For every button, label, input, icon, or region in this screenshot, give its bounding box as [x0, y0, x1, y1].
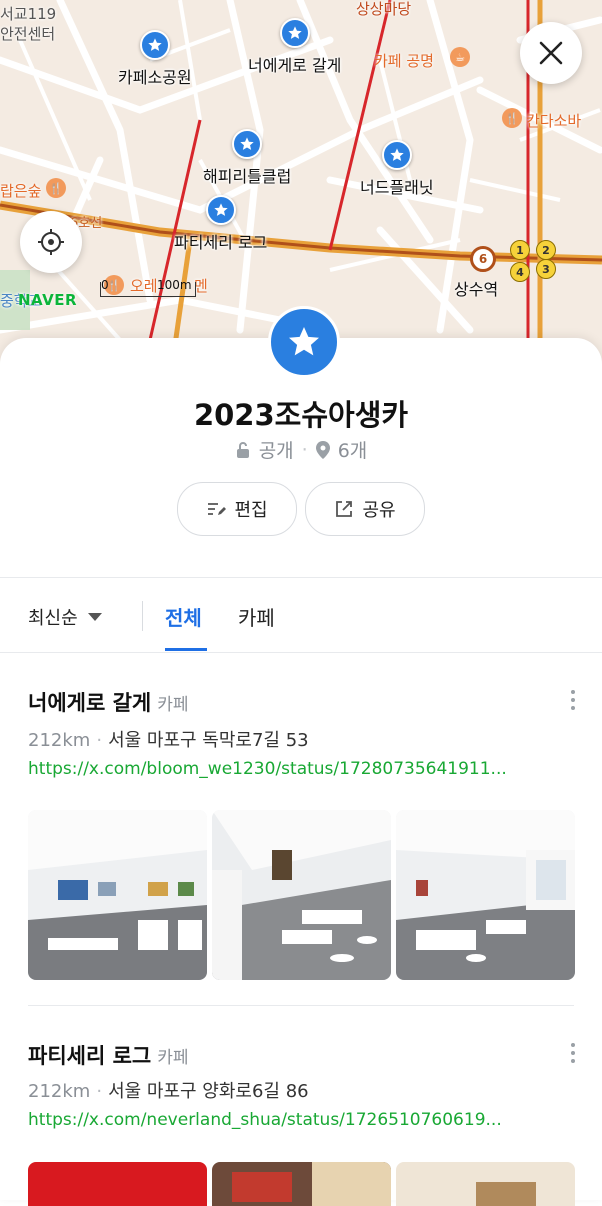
location-pin-icon: [315, 440, 330, 459]
map-pin-happy-little-club[interactable]: 해피리틀클럽: [203, 129, 291, 187]
place-photo[interactable]: [396, 1162, 575, 1206]
map-pin-label: 해피리틀클럽: [203, 167, 292, 186]
meta-separator: ·: [301, 438, 308, 461]
map-label-left-cafe: 랍은숲: [0, 182, 42, 200]
close-button[interactable]: [520, 22, 582, 84]
place-name-row: 파티세리 로그 카페: [28, 1040, 189, 1070]
place-distance: 212km: [28, 730, 91, 751]
tab-all[interactable]: 전체: [165, 602, 202, 631]
active-tab-indicator: [165, 648, 207, 651]
share-icon: [336, 501, 353, 517]
place-count: 6개: [337, 440, 368, 462]
station-line-badge: 4: [510, 262, 530, 282]
naver-logo: NAVER: [18, 291, 78, 309]
map-label-sangsang-madang: 상상마당: [356, 0, 412, 18]
star-pin-icon: [232, 129, 263, 159]
map-pin-label: 파티세리 로그: [174, 233, 268, 252]
map-label-fire-station-2: 안전센터: [0, 25, 56, 43]
map-pin-nerd-planet[interactable]: 너드플래닛: [360, 140, 434, 198]
sort-dropdown[interactable]: 최신순: [28, 604, 102, 630]
map-pin-label: 너에게로 갈게: [248, 56, 342, 75]
divider: [142, 601, 143, 631]
place-name: 너에게로 갈게: [28, 691, 152, 715]
share-label: 공유: [362, 500, 396, 521]
place-photo[interactable]: [212, 810, 391, 980]
scale-distance: 100m: [157, 278, 192, 292]
current-location-button[interactable]: [20, 211, 82, 273]
map-label-kandasoba: 칸다소바: [526, 112, 582, 130]
star-pin-icon: [139, 30, 170, 60]
list-title: 2023조슈아생카: [193, 398, 409, 432]
station-line-badge: 1: [510, 240, 530, 260]
place-photo[interactable]: [28, 810, 207, 980]
place-category: 카페: [157, 1048, 189, 1068]
place-address-row: 212km · 서울 마포구 양화로6길 86: [28, 1081, 309, 1102]
caret-down-icon: [87, 613, 102, 621]
place-address: 서울 마포구 독막로7길 53: [108, 730, 309, 751]
star-pin-icon: [381, 140, 412, 170]
place-address-row: 212km · 서울 마포구 독막로7길 53: [28, 730, 309, 751]
divider: [0, 652, 602, 653]
edit-icon: [208, 503, 227, 515]
list-meta: 공개 · 6개: [0, 436, 602, 463]
map-label-fire-station: 서교119: [0, 5, 57, 23]
place-name-row: 너에게로 갈게 카페: [28, 687, 189, 717]
edit-button[interactable]: 편집: [177, 482, 297, 536]
filter-bar: 최신순 전체 카페: [0, 578, 602, 652]
map-pin-label: 너드플래닛: [360, 178, 434, 197]
cafe-icon: ☕: [450, 47, 470, 67]
station-line-badge: 3: [536, 259, 556, 279]
map-pin-patisserie-log[interactable]: 파티세리 로그: [174, 195, 267, 253]
line6-badge: 6: [470, 246, 496, 272]
map-pin-neoege[interactable]: 너에게로 갈게: [248, 18, 341, 76]
place-category: 카페: [157, 695, 189, 715]
star-pin-icon: [205, 195, 236, 225]
place-link[interactable]: https://x.com/bloom_we1230/status/172807…: [28, 759, 570, 779]
list-star-icon: [268, 306, 340, 378]
restaurant-icon: 🍴: [502, 108, 522, 128]
divider: [28, 1005, 574, 1006]
map-scale-bar: 0 100m: [100, 278, 196, 297]
tab-cafe[interactable]: 카페: [238, 602, 275, 631]
map-pin-cafe-park[interactable]: 카페소공원: [118, 30, 192, 88]
more-options-button[interactable]: [566, 690, 580, 710]
place-link[interactable]: https://x.com/neverland_shua/status/1726…: [28, 1110, 570, 1130]
place-address: 서울 마포구 양화로6길 86: [108, 1081, 309, 1102]
visibility-label: 공개: [258, 440, 294, 462]
place-distance: 212km: [28, 1081, 91, 1102]
crosshair-icon: [38, 229, 64, 255]
unlock-icon: [236, 441, 249, 458]
restaurant-icon: 🍴: [46, 178, 66, 198]
place-photo[interactable]: [396, 810, 575, 980]
place-name: 파티세리 로그: [28, 1044, 152, 1068]
star-pin-icon: [279, 18, 310, 48]
more-options-button[interactable]: [566, 1043, 580, 1063]
station-line-badge: 2: [536, 240, 556, 260]
sort-label: 최신순: [28, 608, 78, 629]
place-photo[interactable]: [28, 1162, 207, 1206]
close-icon: [539, 41, 563, 65]
scale-start: 0: [101, 278, 109, 292]
map-pin-label: 카페소공원: [118, 68, 192, 87]
edit-label: 편집: [234, 500, 268, 521]
map-label-men: 멘: [194, 277, 208, 295]
share-button[interactable]: 공유: [305, 482, 425, 536]
map-label-cafe-gongmyeong: 카페 공명: [374, 52, 434, 70]
place-photo[interactable]: [212, 1162, 391, 1206]
station-label[interactable]: 상수역: [454, 276, 498, 300]
